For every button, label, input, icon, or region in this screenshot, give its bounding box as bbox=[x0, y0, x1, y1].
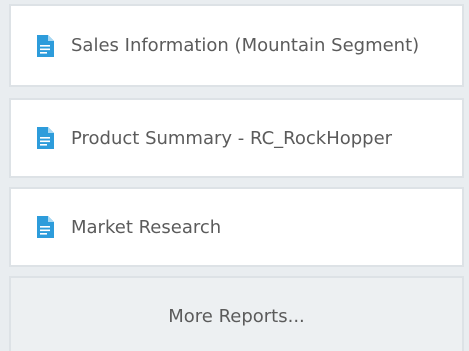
more-reports-button[interactable]: More Reports... bbox=[9, 276, 464, 351]
report-list: Sales Information (Mountain Segment) Pro… bbox=[0, 0, 469, 351]
report-item-market-research[interactable]: Market Research bbox=[9, 187, 464, 267]
document-icon bbox=[37, 216, 54, 238]
report-item-label: Sales Information (Mountain Segment) bbox=[71, 35, 420, 56]
document-icon bbox=[37, 127, 54, 149]
document-icon bbox=[37, 34, 54, 57]
report-item-label: Product Summary - RC_RockHopper bbox=[71, 127, 393, 149]
report-item-sales-information[interactable]: Sales Information (Mountain Segment) bbox=[9, 4, 464, 87]
more-reports-label: More Reports... bbox=[168, 305, 305, 327]
report-item-product-summary[interactable]: Product Summary - RC_RockHopper bbox=[9, 98, 464, 178]
report-item-label: Market Research bbox=[71, 216, 222, 238]
